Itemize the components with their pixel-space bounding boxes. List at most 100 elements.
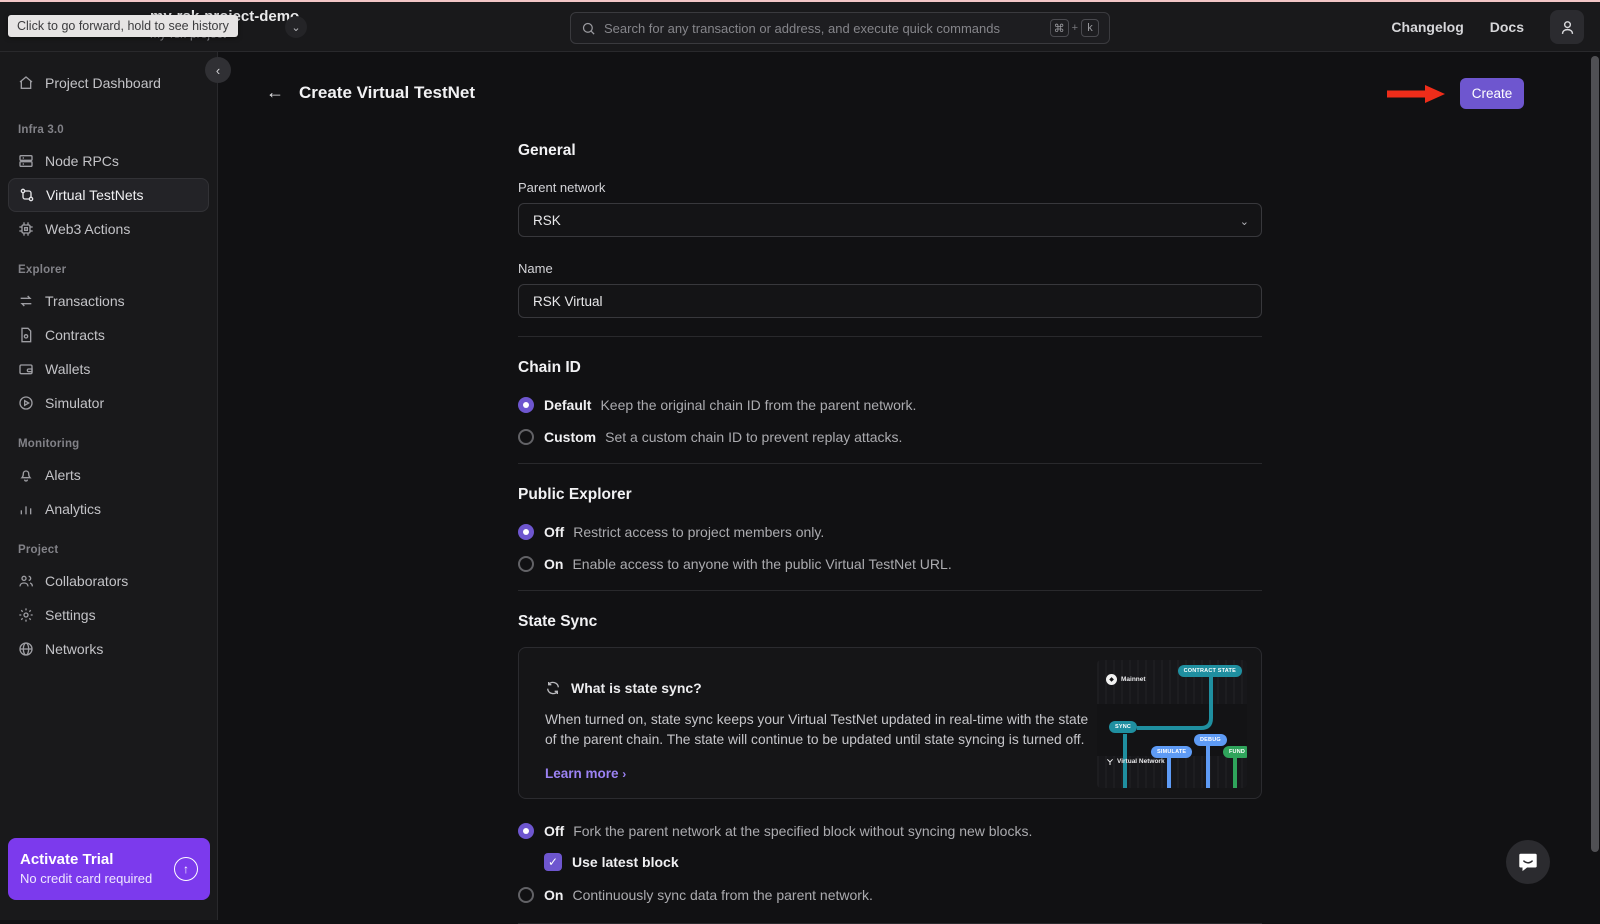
changelog-link[interactable]: Changelog [1391, 19, 1463, 35]
learn-more-label: Learn more [545, 766, 619, 781]
sidebar-item-project-dashboard[interactable]: Project Dashboard [8, 66, 209, 100]
radio-unselected-icon[interactable] [518, 556, 534, 572]
name-input[interactable] [518, 284, 1262, 318]
radio-desc: Keep the original chain ID from the pare… [600, 397, 916, 413]
window-top-edge [0, 0, 1600, 2]
sidebar-item-settings[interactable]: Settings [8, 598, 209, 632]
create-button[interactable]: Create [1460, 78, 1524, 109]
sidebar-item-label: Alerts [45, 467, 81, 483]
state-sync-option-off[interactable]: Off Fork the parent network at the speci… [518, 823, 1262, 839]
checkbox-label: Use latest block [572, 854, 679, 870]
arrow-up-circle-icon: ↑ [174, 857, 198, 881]
use-latest-block-row[interactable]: ✓ Use latest block [544, 853, 1262, 871]
radio-desc: Enable access to anyone with the public … [572, 556, 951, 572]
sidebar-item-label: Analytics [45, 501, 101, 517]
person-icon [1559, 19, 1576, 36]
radio-selected-icon[interactable] [518, 397, 534, 413]
gear-icon [18, 607, 34, 623]
radio-label: Default [544, 397, 591, 413]
sidebar-section-monitoring: Monitoring [18, 438, 209, 450]
network-fork-icon [19, 187, 35, 203]
back-button[interactable]: ← [266, 82, 284, 103]
chat-widget-button[interactable] [1506, 840, 1550, 884]
global-search[interactable]: ⌘ + k [570, 12, 1110, 44]
activate-trial-banner[interactable]: Activate Trial No credit card required ↑ [8, 838, 210, 900]
shortcut-cmd-key: ⌘ [1050, 19, 1069, 37]
sidebar-item-collaborators[interactable]: Collaborators [8, 564, 209, 598]
radio-desc: Fork the parent network at the specified… [573, 823, 1032, 839]
sidebar-item-web3-actions[interactable]: Web3 Actions [8, 212, 209, 246]
sidebar-item-networks[interactable]: Networks [8, 632, 209, 666]
radio-desc: Continuously sync data from the parent n… [572, 887, 872, 903]
sidebar-item-alerts[interactable]: Alerts [8, 458, 209, 492]
state-sync-option-on[interactable]: On Continuously sync data from the paren… [518, 887, 1262, 903]
divider [518, 463, 1262, 464]
sidebar-item-node-rpcs[interactable]: Node RPCs [8, 144, 209, 178]
state-sync-info-body: When turned on, state sync keeps your Vi… [545, 710, 1093, 750]
transfer-arrows-icon [18, 293, 34, 309]
public-explorer-option-off[interactable]: Off Restrict access to project members o… [518, 524, 1262, 540]
sidebar-item-label: Project Dashboard [45, 75, 161, 91]
virtual-network-node: Virtual Network [1106, 758, 1165, 766]
sidebar-item-label: Transactions [45, 293, 125, 309]
state-sync-info-title: What is state sync? [571, 680, 702, 696]
page-header: ← Create Virtual TestNet Create [218, 52, 1600, 132]
checkbox-checked-icon[interactable]: ✓ [544, 853, 562, 871]
trial-title: Activate Trial [20, 850, 174, 870]
sidebar-section-infra: Infra 3.0 [18, 124, 209, 136]
main-content: ← Create Virtual TestNet Create General … [218, 52, 1600, 920]
create-form: General Parent network RSK ⌄ Name Chain … [518, 132, 1262, 924]
sidebar-item-wallets[interactable]: Wallets [8, 352, 209, 386]
account-button[interactable] [1550, 10, 1584, 44]
radio-selected-icon[interactable] [518, 823, 534, 839]
sidebar-item-contracts[interactable]: Contracts [8, 318, 209, 352]
chain-id-option-custom[interactable]: Custom Set a custom chain ID to prevent … [518, 429, 1262, 445]
sync-icon [545, 680, 561, 696]
radio-unselected-icon[interactable] [518, 887, 534, 903]
radio-label: Off [544, 823, 564, 839]
sidebar-item-label: Contracts [45, 327, 105, 343]
state-sync-info-card: What is state sync? When turned on, stat… [518, 647, 1262, 799]
state-sync-illustration: ◆ Mainnet CONTRACT STATE SYNC SIMULATE D… [1097, 660, 1247, 788]
sidebar-item-transactions[interactable]: Transactions [8, 284, 209, 318]
mainnet-node: ◆ Mainnet [1106, 674, 1146, 685]
users-icon [18, 573, 34, 589]
public-explorer-option-on[interactable]: On Enable access to anyone with the publ… [518, 556, 1262, 572]
globe-icon [18, 641, 34, 657]
radio-desc: Restrict access to project members only. [573, 524, 824, 540]
sidebar-item-label: Wallets [45, 361, 90, 377]
sidebar-item-label: Settings [45, 607, 96, 623]
radio-selected-icon[interactable] [518, 524, 534, 540]
docs-link[interactable]: Docs [1490, 19, 1524, 35]
radio-label: Off [544, 524, 564, 540]
parent-network-select[interactable]: RSK ⌄ [518, 203, 1262, 237]
contract-state-badge: CONTRACT STATE [1178, 665, 1242, 677]
general-heading: General [518, 142, 1262, 160]
name-label: Name [518, 261, 1262, 276]
trial-subtitle: No credit card required [20, 870, 174, 888]
mainnet-label: Mainnet [1121, 676, 1146, 683]
sidebar-section-project: Project [18, 544, 209, 556]
search-icon [581, 21, 596, 36]
parent-network-value: RSK [533, 213, 561, 228]
annotation-red-arrow [1385, 84, 1445, 104]
sidebar-item-analytics[interactable]: Analytics [8, 492, 209, 526]
bar-chart-icon [18, 501, 34, 517]
contract-file-icon [18, 327, 34, 343]
radio-unselected-icon[interactable] [518, 429, 534, 445]
project-chevron-down-icon[interactable]: ⌄ [285, 16, 307, 38]
sidebar-item-label: Virtual TestNets [46, 187, 144, 203]
sidebar-item-virtual-testnets[interactable]: Virtual TestNets [8, 178, 209, 212]
divider [518, 590, 1262, 591]
page-title: Create Virtual TestNet [299, 83, 475, 103]
radio-label: Custom [544, 429, 596, 445]
sidebar-item-label: Collaborators [45, 573, 128, 589]
sidebar-item-label: Web3 Actions [45, 221, 130, 237]
radio-desc: Set a custom chain ID to prevent replay … [605, 429, 902, 445]
sidebar-item-simulator[interactable]: Simulator [8, 386, 209, 420]
sidebar-collapse-button[interactable]: ‹ [205, 57, 231, 83]
server-icon [18, 153, 34, 169]
chain-id-option-default[interactable]: Default Keep the original chain ID from … [518, 397, 1262, 413]
search-input[interactable] [604, 21, 1050, 36]
page-scrollbar[interactable] [1591, 56, 1599, 852]
